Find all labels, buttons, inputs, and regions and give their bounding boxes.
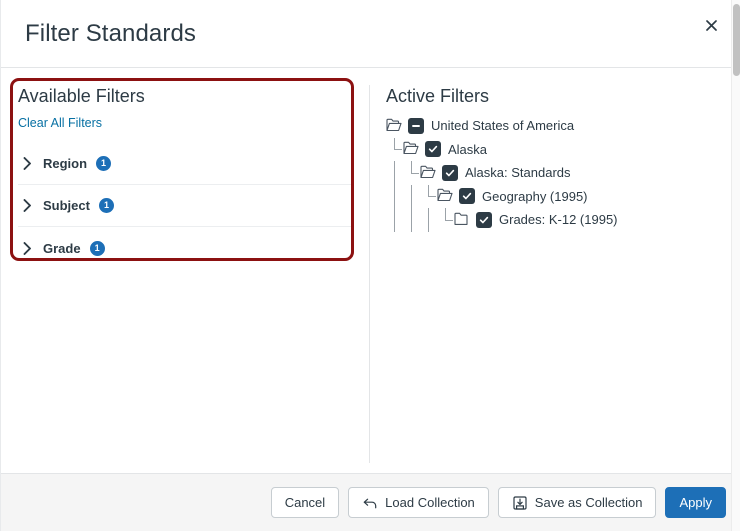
- tree-node-united-states[interactable]: United States of America: [386, 114, 740, 138]
- filter-count-badge-subject: 1: [98, 198, 114, 213]
- tree-label: Alaska: Standards: [465, 165, 571, 181]
- cancel-button-label: Cancel: [284, 495, 326, 510]
- cancel-button[interactable]: Cancel: [270, 487, 340, 518]
- filter-label-region: Region: [43, 156, 88, 171]
- page-scrollbar[interactable]: [731, 0, 740, 531]
- tree-guides: [386, 137, 403, 162]
- tree-guide-line: [386, 184, 403, 209]
- tree-guide-line: [403, 184, 420, 209]
- filter-standards-dialog: Filter Standards Available Filters Clear…: [0, 0, 740, 531]
- filter-count-badge-grade: 1: [89, 240, 105, 256]
- available-filters-heading: Available Filters: [18, 86, 145, 106]
- chevron-right-icon: [19, 156, 35, 172]
- filter-row-region[interactable]: Region 1: [18, 143, 353, 185]
- chevron-right-icon: [19, 240, 35, 256]
- active-filters-tree: United States of America Alaska Alaska: …: [386, 114, 740, 232]
- arrow-undo-icon: [362, 495, 378, 511]
- active-filters-heading: Active Filters: [386, 86, 490, 106]
- tree-node-alaska-standards[interactable]: Alaska: Standards: [386, 161, 740, 185]
- filter-count-badge-region: 1: [96, 156, 112, 171]
- tree-guides: [386, 184, 437, 209]
- close-dialog-button[interactable]: [698, 12, 724, 38]
- folder-open-icon: [437, 188, 454, 204]
- save-as-collection-button-label: Save as Collection: [534, 495, 643, 510]
- tree-guide-elbow: [437, 208, 454, 232]
- filter-label-grade: Grade: [43, 240, 81, 256]
- available-filters-panel: Available Filters Clear All Filters Regi…: [1, 68, 369, 473]
- dialog-body: Available Filters Clear All Filters Regi…: [1, 68, 740, 473]
- dialog-footer: Cancel Load Collection Save as Collectio…: [1, 473, 740, 531]
- apply-button[interactable]: Apply: [665, 487, 726, 518]
- filter-row-subject[interactable]: Subject 1: [18, 185, 353, 227]
- filter-accordion-list: Region 1 Subject 1 Grade 1: [18, 143, 353, 269]
- save-as-collection-button[interactable]: Save as Collection: [497, 487, 657, 518]
- close-icon: [705, 19, 717, 31]
- tree-guide-elbow: [403, 161, 420, 185]
- tree-checkbox-checked[interactable]: [476, 211, 492, 228]
- tree-label: Geography (1995): [482, 188, 588, 204]
- page-scrollbar-thumb[interactable]: [733, 4, 740, 76]
- folder-open-icon: [420, 165, 437, 181]
- tree-node-grades-k12[interactable]: Grades: K-12 (1995): [386, 208, 740, 232]
- tree-checkbox-checked[interactable]: [425, 141, 441, 158]
- chevron-right-icon: [19, 198, 35, 214]
- load-collection-button[interactable]: Load Collection: [348, 487, 489, 518]
- tree-guides: [386, 208, 454, 232]
- tree-guide-elbow: [420, 184, 437, 209]
- save-disk-icon: [512, 495, 528, 511]
- tree-guide-line: [403, 208, 420, 232]
- folder-open-icon: [386, 118, 403, 134]
- folder-closed-icon: [454, 212, 471, 228]
- filter-label-subject: Subject: [43, 198, 90, 213]
- tree-label: Alaska: [448, 141, 488, 157]
- tree-checkbox-checked[interactable]: [459, 188, 475, 205]
- tree-checkbox-indeterminate[interactable]: [408, 117, 424, 134]
- dialog-header: Filter Standards: [1, 0, 740, 68]
- tree-guides: [386, 161, 420, 185]
- load-collection-button-label: Load Collection: [385, 495, 475, 510]
- tree-guide-line: [386, 208, 403, 232]
- clear-all-filters-link[interactable]: Clear All Filters: [18, 114, 102, 132]
- tree-label: Grades: K-12 (1995): [499, 212, 618, 228]
- page-title: Filter Standards: [25, 19, 197, 47]
- tree-guide-elbow: [386, 137, 403, 162]
- active-filters-panel: Active Filters United States of America …: [370, 68, 740, 473]
- apply-button-label: Apply: [679, 495, 712, 510]
- tree-checkbox-checked[interactable]: [442, 164, 458, 181]
- tree-guide-line: [386, 161, 403, 185]
- tree-node-geography[interactable]: Geography (1995): [386, 184, 740, 209]
- folder-open-icon: [403, 141, 420, 157]
- tree-label: United States of America: [431, 118, 575, 134]
- tree-node-alaska[interactable]: Alaska: [386, 137, 740, 162]
- filter-row-grade[interactable]: Grade 1: [18, 227, 353, 269]
- tree-guide-line: [420, 208, 437, 232]
